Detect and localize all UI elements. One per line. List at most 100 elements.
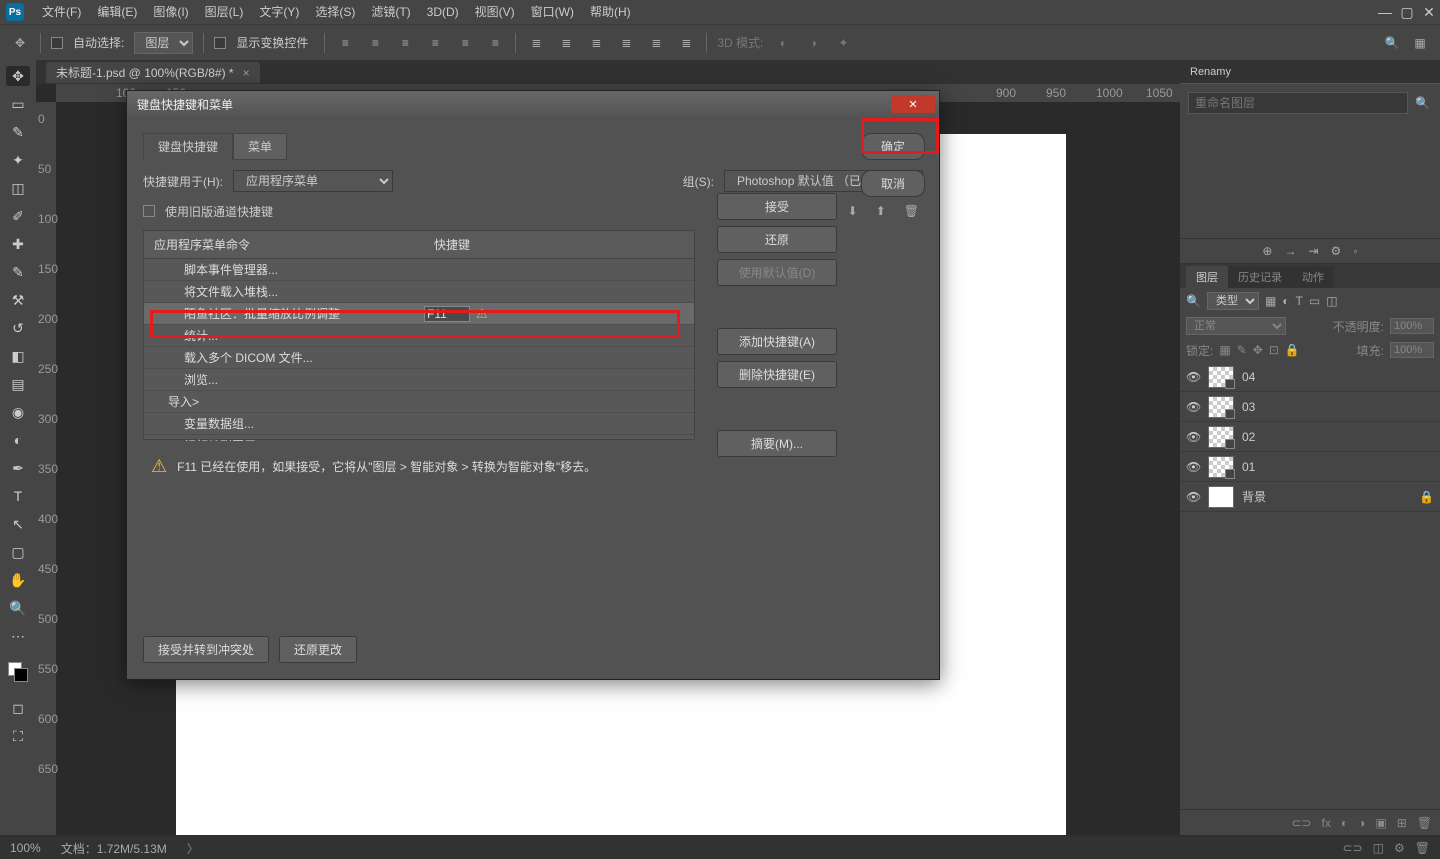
lasso-tool[interactable]: ✎ — [6, 122, 30, 142]
layer-name[interactable]: 03 — [1242, 400, 1255, 414]
color-swatch[interactable] — [8, 662, 28, 682]
status-icon[interactable]: 🗑 — [1415, 841, 1430, 855]
quickmask-tool[interactable]: ◻ — [6, 698, 30, 718]
pen-tool[interactable]: ✒ — [6, 458, 30, 478]
shortcuts-for-dropdown[interactable]: 应用程序菜单 — [233, 170, 393, 192]
type-tool[interactable]: T — [6, 486, 30, 506]
dialog-close-button[interactable]: ✕ — [891, 95, 935, 113]
tab-menus[interactable]: 菜单 — [233, 133, 287, 160]
layer-item[interactable]: 👁04 — [1180, 362, 1440, 392]
layer-item[interactable]: 👁 03 — [1180, 392, 1440, 422]
align-icon[interactable]: ≡ — [335, 33, 355, 53]
layer-thumbnail[interactable] — [1208, 456, 1234, 478]
status-icon[interactable]: ⊂⊃ — [1343, 841, 1363, 855]
ok-button[interactable]: 确定 — [861, 133, 925, 160]
tab-shortcuts[interactable]: 键盘快捷键 — [143, 133, 233, 160]
table-row[interactable]: 陌鱼社区：批量缩放比例调整F11⚠ — [144, 303, 694, 325]
legacy-checkbox[interactable] — [143, 205, 155, 217]
layer-thumbnail[interactable] — [1208, 486, 1234, 508]
visibility-icon[interactable]: 👁 — [1186, 400, 1200, 414]
distribute-icon[interactable]: ≣ — [646, 33, 666, 53]
layer-item[interactable]: 👁 01 — [1180, 452, 1440, 482]
adjustment-icon[interactable]: ◑ — [1358, 816, 1365, 830]
blend-mode-dropdown[interactable]: 正常 — [1186, 317, 1286, 335]
zoom-tool[interactable]: 🔍 — [6, 598, 30, 618]
blur-tool[interactable]: ◉ — [6, 402, 30, 422]
accept-button[interactable]: 接受 — [717, 193, 837, 220]
gear-icon[interactable]: ⚙ — [1331, 244, 1342, 258]
search-icon[interactable]: 🔍 — [1415, 96, 1430, 110]
table-row[interactable]: 视频帧到图层... — [144, 435, 694, 441]
table-row[interactable]: 浏览... — [144, 369, 694, 391]
shortcut-input[interactable]: F11 — [424, 306, 470, 322]
fx-icon[interactable]: fx — [1322, 816, 1331, 830]
visibility-icon[interactable]: 👁 — [1186, 460, 1200, 474]
table-row[interactable]: 将文件载入堆栈... — [144, 281, 694, 303]
panel-icon[interactable]: → — [1284, 244, 1296, 258]
distribute-icon[interactable]: ≣ — [586, 33, 606, 53]
lock-paint-icon[interactable]: ✎ — [1237, 343, 1247, 357]
close-tab-icon[interactable]: × — [243, 66, 250, 80]
opacity-input[interactable] — [1390, 318, 1434, 334]
filter-icon[interactable]: 🔍 — [1186, 294, 1201, 308]
window-minimize[interactable]: — — [1374, 1, 1396, 23]
use-default-button[interactable]: 使用默认值(D) — [717, 259, 837, 286]
menu-window[interactable]: 窗口(W) — [523, 0, 582, 24]
lock-transparent-icon[interactable]: ▦ — [1219, 343, 1230, 357]
menu-select[interactable]: 选择(S) — [307, 0, 363, 24]
filter-type-icon[interactable]: T — [1296, 294, 1303, 308]
link-icon[interactable]: ⊂⊃ — [1291, 816, 1311, 830]
save-set-icon[interactable]: ⬇ — [844, 202, 862, 220]
autoselect-dropdown[interactable]: 图层 — [134, 32, 193, 54]
document-tab[interactable]: 未标题-1.psd @ 100%(RGB/8#) * × — [46, 62, 260, 83]
lock-all-icon[interactable]: 🔒 — [1285, 343, 1300, 357]
marquee-tool[interactable]: ▭ — [6, 94, 30, 114]
layer-name[interactable]: 01 — [1242, 460, 1255, 474]
menu-layer[interactable]: 图层(L) — [197, 0, 252, 24]
workspace-icon[interactable]: ▦ — [1410, 33, 1430, 53]
visibility-icon[interactable]: 👁 — [1186, 490, 1200, 504]
move-tool[interactable]: ✥ — [6, 66, 30, 86]
brush-tool[interactable]: ✎ — [6, 262, 30, 282]
dodge-tool[interactable]: ◐ — [6, 430, 30, 450]
window-maximize[interactable]: ▢ — [1396, 1, 1418, 23]
table-row[interactable]: 导入> — [144, 391, 694, 413]
filter-adjust-icon[interactable]: ◐ — [1282, 294, 1289, 308]
screenmode-tool[interactable]: ⛶ — [6, 726, 30, 746]
delete-shortcut-button[interactable]: 删除快捷键(E) — [717, 361, 837, 388]
distribute-icon[interactable]: ≣ — [526, 33, 546, 53]
menu-3d[interactable]: 3D(D) — [419, 0, 467, 24]
search-icon[interactable]: 🔍 — [1382, 33, 1402, 53]
layer-thumbnail[interactable] — [1208, 426, 1234, 448]
new-set-icon[interactable]: ⬆ — [872, 202, 890, 220]
align-icon[interactable]: ≡ — [455, 33, 475, 53]
history-brush-tool[interactable]: ↺ — [6, 318, 30, 338]
renamy-input[interactable] — [1188, 92, 1408, 114]
visibility-icon[interactable]: 👁 — [1186, 430, 1200, 444]
align-icon[interactable]: ≡ — [395, 33, 415, 53]
lock-artboard-icon[interactable]: ⊡ — [1269, 343, 1279, 357]
eraser-tool[interactable]: ◧ — [6, 346, 30, 366]
layer-name[interactable]: 04 — [1242, 370, 1255, 384]
status-icon[interactable]: ◫ — [1373, 841, 1384, 855]
menu-filter[interactable]: 滤镜(T) — [363, 0, 418, 24]
edit-toolbar[interactable]: ⋯ — [6, 626, 30, 646]
menu-image[interactable]: 图像(I) — [145, 0, 196, 24]
autoselect-checkbox[interactable] — [51, 37, 63, 49]
align-icon[interactable]: ≡ — [425, 33, 445, 53]
panel-icon[interactable]: ⇥ — [1308, 244, 1318, 258]
menu-view[interactable]: 视图(V) — [467, 0, 523, 24]
new-layer-icon[interactable]: ⊞ — [1397, 816, 1407, 830]
delete-set-icon[interactable]: 🗑 — [900, 202, 923, 220]
table-row[interactable]: 统计... — [144, 325, 694, 347]
zoom-level[interactable]: 100% — [10, 841, 41, 855]
crop-tool[interactable]: ◫ — [6, 178, 30, 198]
gradient-tool[interactable]: ▤ — [6, 374, 30, 394]
filter-kind-dropdown[interactable]: 类型 — [1207, 292, 1259, 310]
heal-tool[interactable]: ✚ — [6, 234, 30, 254]
wand-tool[interactable]: ✦ — [6, 150, 30, 170]
undo-button[interactable]: 还原 — [717, 226, 837, 253]
menu-type[interactable]: 文字(Y) — [251, 0, 307, 24]
align-icon[interactable]: ≡ — [485, 33, 505, 53]
table-row[interactable]: 载入多个 DICOM 文件... — [144, 347, 694, 369]
